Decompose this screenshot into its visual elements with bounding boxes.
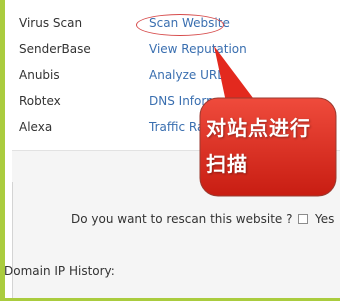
annotation-line-1: 对站点进行	[206, 116, 311, 140]
annotation-line-2: 扫描	[206, 152, 248, 176]
callout-pointer	[214, 46, 256, 102]
annotation-text: 对站点进行 扫描	[206, 110, 336, 182]
